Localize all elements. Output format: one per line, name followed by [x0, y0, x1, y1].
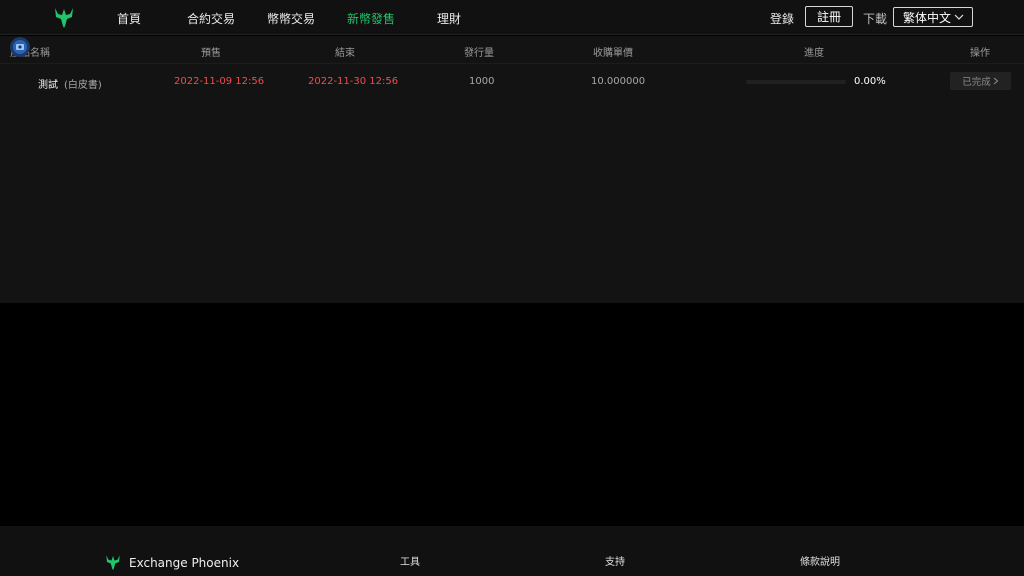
footer-brand: Exchange Phoenix	[129, 556, 240, 570]
language-select-value: 繁体中文	[903, 10, 952, 25]
col-supply: 發行量	[464, 48, 494, 59]
col-presale: 預售	[201, 48, 221, 59]
progress-bar	[746, 80, 846, 84]
chevron-right-icon	[993, 77, 999, 85]
col-end: 結束	[335, 48, 355, 59]
whitepaper-link[interactable]: (白皮書)	[64, 76, 102, 91]
end-date: 2022-11-30 12:56	[308, 76, 399, 87]
footer: Exchange Phoenix 工具 支持 條款說明	[0, 526, 1024, 576]
coin-icon	[10, 37, 30, 57]
presale-date: 2022-11-09 12:56	[174, 76, 265, 87]
footer-terms[interactable]: 條款說明	[800, 553, 840, 568]
price-value: 10.000000	[591, 76, 646, 87]
completed-button-label: 已完成	[962, 77, 991, 88]
nav-home[interactable]: 首頁	[117, 10, 141, 27]
register-button[interactable]: 註冊	[805, 6, 853, 27]
phoenix-logo-icon[interactable]	[52, 5, 76, 29]
register-button-label: 註冊	[816, 10, 841, 24]
col-progress: 進度	[804, 48, 824, 59]
header-divider	[0, 63, 1024, 64]
nav-finance[interactable]: 理財	[437, 10, 461, 27]
nav-new-coin-sale[interactable]: 新幣發售	[347, 10, 395, 27]
footer-tools[interactable]: 工具	[400, 553, 420, 568]
nav-spot-trading[interactable]: 幣幣交易	[267, 10, 315, 27]
login-link[interactable]: 登錄	[770, 10, 794, 27]
product-name[interactable]: 測試	[38, 76, 58, 91]
top-nav-bar: 首頁 合約交易 幣幣交易 新幣發售 理財 登錄 註冊 下載 繁体中文	[0, 0, 1024, 35]
nav-contract-trading[interactable]: 合約交易	[187, 10, 235, 27]
footer-support[interactable]: 支持	[605, 553, 625, 568]
progress-label: 0.00%	[854, 76, 886, 87]
completed-button[interactable]: 已完成	[950, 72, 1011, 90]
phoenix-logo-icon	[106, 555, 120, 571]
language-select[interactable]: 繁体中文	[893, 7, 973, 27]
col-action: 操作	[970, 48, 990, 59]
chevron-down-icon	[954, 14, 964, 20]
download-link[interactable]: 下載	[863, 10, 887, 27]
supply-value: 1000	[469, 76, 495, 87]
col-purchase-price: 收購單價	[593, 48, 633, 59]
